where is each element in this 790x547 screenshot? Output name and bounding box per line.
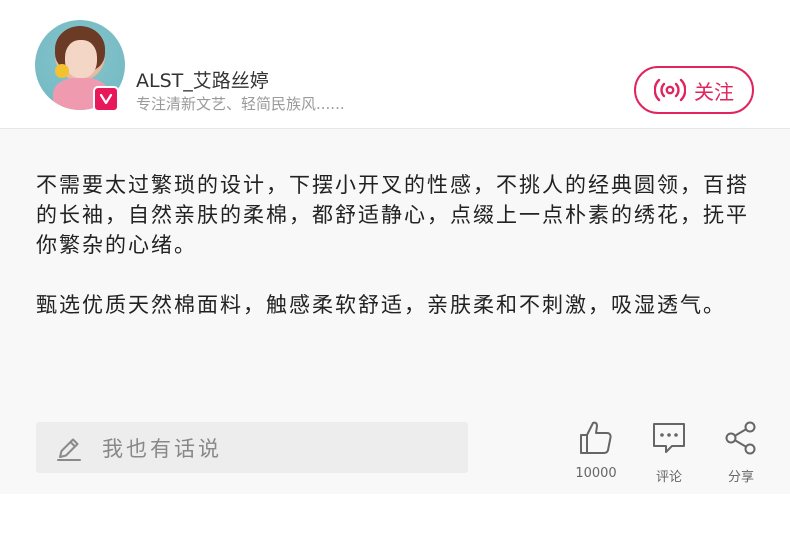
share-label: 分享 bbox=[727, 470, 754, 485]
like-button[interactable]: 10000 bbox=[564, 420, 628, 481]
comment-input[interactable]: 我也有话说 bbox=[36, 422, 468, 473]
verified-badge-icon bbox=[93, 86, 119, 112]
post-paragraph: 甄选优质天然棉面料，触感柔软舒适，亲肤柔和不刺激，吸湿透气。 bbox=[36, 293, 726, 317]
like-count: 10000 bbox=[575, 466, 617, 481]
post-paragraph: 不需要太过繁琐的设计，下摆小开叉的性感，不挑人的经典圆领，百搭的长袖，自然亲肤的… bbox=[36, 173, 749, 257]
comment-icon bbox=[651, 420, 687, 460]
broadcast-icon bbox=[654, 78, 686, 102]
user-bio: 专注清新文艺、轻简民族风...... bbox=[136, 95, 345, 113]
username[interactable]: ALST_艾路丝婷 bbox=[136, 66, 269, 93]
pencil-icon bbox=[54, 433, 84, 463]
comment-button[interactable]: 评论 bbox=[637, 420, 701, 485]
follow-label: 关注 bbox=[694, 79, 734, 104]
comment-placeholder: 我也有话说 bbox=[102, 436, 222, 461]
follow-button[interactable]: 关注 bbox=[634, 66, 754, 114]
avatar-face bbox=[65, 40, 97, 78]
avatar-fruit bbox=[55, 64, 69, 78]
share-icon bbox=[723, 420, 759, 460]
comment-label: 评论 bbox=[655, 470, 682, 485]
share-button[interactable]: 分享 bbox=[709, 420, 773, 485]
post-header: ALST_艾路丝婷 专注清新文艺、轻简民族风...... 关注 bbox=[0, 0, 790, 129]
v-check-icon bbox=[99, 93, 113, 105]
thumbs-up-icon bbox=[578, 420, 614, 460]
